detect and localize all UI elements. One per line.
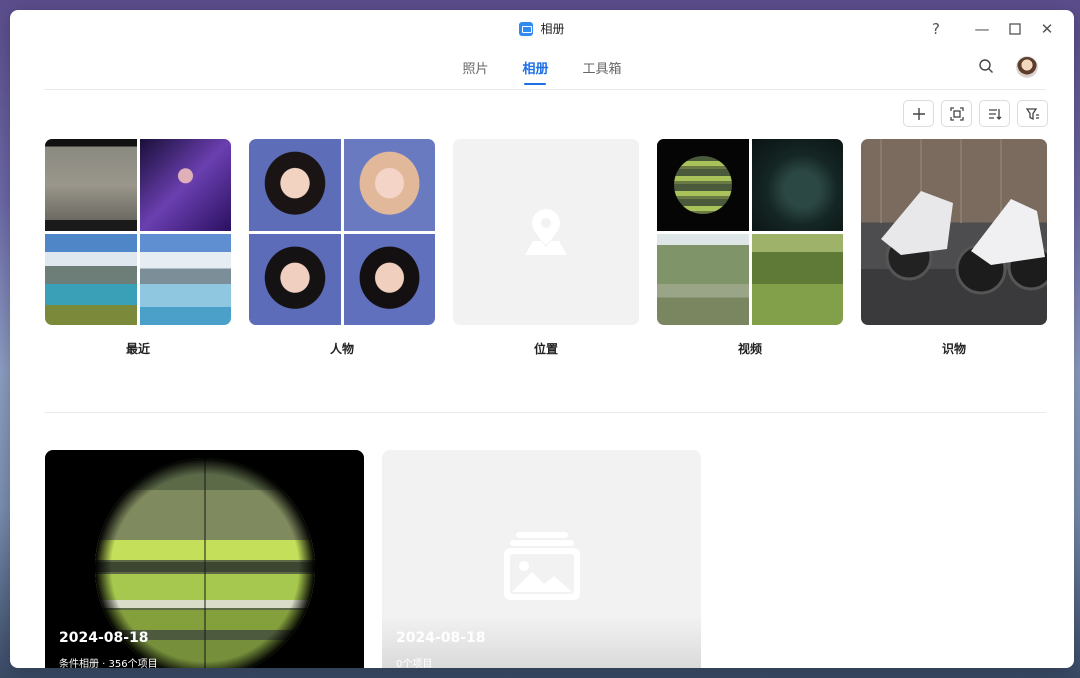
maximize-button[interactable] [1005,20,1025,39]
empty-album-subtitle: 0个项目 [396,659,433,668]
watermark-text: 什么值得买 [970,643,1070,667]
window-title: 相册 [540,22,565,36]
watermark: 值 什么值得买 [936,639,1070,668]
video-frame-2 [751,139,843,231]
scan-icon [949,106,964,121]
album-objects[interactable]: 识物 [861,139,1047,357]
recent-photo-4 [139,233,231,325]
album-location[interactable]: 位置 [453,139,639,357]
title-group: 相册 [10,20,1074,37]
album-people-label: 人物 [329,342,354,356]
main-tabs: 照片 相册 工具箱 [10,58,1074,83]
person-photo-3 [249,233,341,325]
album-video[interactable]: 视频 [657,139,843,357]
album-objects-label: 识物 [941,342,966,356]
empty-album-date: 2024-08-18 [396,630,486,646]
empty-album-card[interactable]: 2024-08-18 0个项目 [382,450,701,668]
plus-icon [912,107,925,120]
condition-album-date: 2024-08-18 [59,630,149,646]
person-photo-2 [343,139,435,231]
title-bar: 相册 ? — ✕ [10,10,1074,48]
condition-album-card[interactable]: 2024-08-18 条件相册 · 356个项目 [45,450,364,668]
photos-app-icon [519,21,534,36]
search-icon[interactable] [978,58,998,78]
video-frame-1 [657,139,749,231]
user-avatar[interactable] [1016,56,1038,78]
video-frame-3 [657,233,749,325]
recent-photo-2 [139,139,231,231]
tab-photos[interactable]: 照片 [462,58,488,83]
watermark-logo: 值 [936,639,964,668]
album-video-label: 视频 [737,342,762,356]
person-photo-4 [343,233,435,325]
album-location-label: 位置 [533,342,558,356]
location-pin-icon [525,209,567,255]
sort-button[interactable] [979,100,1010,127]
tab-toolbox[interactable]: 工具箱 [583,58,622,83]
tab-albums[interactable]: 相册 [522,58,548,83]
close-button[interactable]: ✕ [1037,20,1057,38]
sort-icon [988,108,1001,120]
album-people-thumbnail [249,139,435,325]
recent-photo-3 [45,233,137,325]
album-recent[interactable]: 最近 [45,139,231,357]
filter-icon [1025,107,1039,120]
header-divider [44,89,1046,90]
album-recent-label: 最近 [125,342,150,356]
scan-button[interactable] [941,100,972,127]
photos-app-window: 相册 ? — ✕ 照片 相册 工具箱 最近 人物 位置 视频 识物 2024-0… [10,10,1074,668]
image-placeholder-icon [504,532,580,600]
video-frame-4 [751,233,843,325]
album-people[interactable]: 人物 [249,139,435,357]
section-divider [44,412,1046,413]
motorcycles-image [880,139,1047,295]
person-photo-1 [249,139,341,231]
album-recent-thumbnail [45,139,231,325]
album-video-thumbnail [657,139,843,325]
add-album-button[interactable] [903,100,934,127]
filter-button[interactable] [1017,100,1048,127]
album-location-thumbnail [453,139,639,325]
recent-photo-1 [45,139,137,231]
help-button[interactable]: ? [926,20,946,38]
condition-album-subtitle: 条件相册 · 356个项目 [59,659,158,668]
album-toolbar [903,100,1048,127]
minimize-button[interactable]: — [972,20,992,38]
album-objects-thumbnail [861,139,1047,325]
